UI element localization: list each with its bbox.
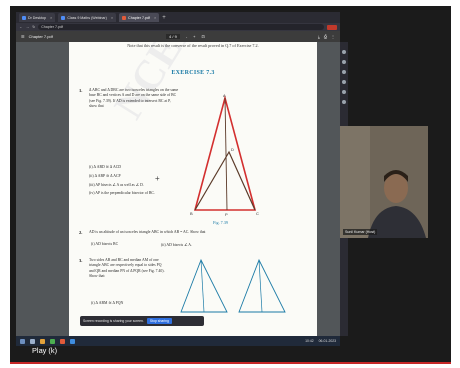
fit-page-icon[interactable]: ⊡	[202, 34, 205, 39]
pdf-title: Chapter 7.pdf	[28, 34, 53, 39]
tab-chapter-pdf[interactable]: Chapter 7.pdf ×	[119, 13, 160, 22]
presenter-name: Sunil Kumar (Host)	[343, 229, 378, 235]
tab-favicon-icon	[61, 15, 66, 20]
figure-caption: Fig. 7.39	[213, 220, 229, 225]
tool-icon[interactable]	[342, 50, 346, 54]
share-text: Screen recording is sharing your screen.	[83, 319, 144, 323]
tab-desktop[interactable]: Dr Desktop ×	[19, 13, 56, 22]
q1-option-4: (iv) AP is the perpendicular bisector of…	[89, 191, 155, 195]
vertex-label-d: D	[231, 147, 234, 152]
vertex-label-a: A	[223, 94, 226, 98]
app-icon[interactable]	[70, 338, 75, 344]
question-number: 1.	[79, 88, 83, 93]
tool-icon[interactable]	[342, 100, 346, 104]
taskbar-date: 06-01-2023	[318, 339, 336, 343]
os-taskbar: 10:42 06-01-2023	[16, 336, 340, 346]
app-icon[interactable]	[60, 338, 65, 344]
reload-icon[interactable]: ↻	[32, 25, 35, 29]
screen-share-bar: Screen recording is sharing your screen.…	[80, 316, 204, 326]
play-tooltip[interactable]: Play (k)	[32, 346, 57, 355]
tool-icon[interactable]	[342, 80, 346, 84]
median-pn	[258, 259, 263, 313]
app-icon[interactable]	[40, 338, 45, 344]
zoom-out-button[interactable]: -	[186, 34, 187, 39]
page-note: Note that this result is the converse of…	[127, 43, 259, 48]
download-icon[interactable]: ⤓	[318, 34, 320, 39]
stop-sharing-button[interactable]: Stop sharing	[146, 318, 172, 324]
url-field[interactable]: Chapter 7.pdf	[38, 24, 324, 30]
start-icon[interactable]	[20, 338, 25, 344]
tab-label: Dr Desktop	[28, 15, 46, 20]
cursor-crosshair-icon: +	[155, 174, 160, 183]
question-3-text: Two sides AB and BC and median AM of one…	[89, 258, 165, 279]
question-1-text: Δ ABC and Δ DBC are two isosceles triang…	[89, 88, 179, 109]
tab-label: Class 9 Maths (Webinar)	[67, 15, 107, 20]
q2-option-2: (ii) AD bisects ∠ A.	[161, 243, 192, 247]
webcam-feed: Sunil Kumar (Host)	[340, 126, 428, 238]
tool-icon[interactable]	[342, 60, 346, 64]
q2-option-1: (i) AD bisects BC	[91, 242, 119, 246]
pdf-viewer[interactable]: NCERT Republished Note that this result …	[16, 42, 340, 336]
two-triangles-figure	[180, 258, 286, 313]
tool-icon[interactable]	[342, 90, 346, 94]
app-icon[interactable]	[50, 338, 55, 344]
question-number: 2.	[79, 230, 83, 235]
q1-option-3: (iii) AP bisects ∠ A as well as ∠ D.	[89, 183, 144, 187]
presenter-image	[340, 126, 428, 238]
video-progress-bar[interactable]	[10, 362, 451, 364]
search-icon[interactable]	[30, 338, 35, 344]
tab-label: Chapter 7.pdf	[128, 15, 150, 20]
triangle-pqr	[238, 258, 286, 313]
line-ap	[224, 97, 228, 211]
vertex-label-c: C	[256, 211, 259, 216]
close-icon[interactable]: ×	[154, 15, 156, 20]
address-bar: ← → ↻ Chapter 7.pdf	[16, 23, 340, 31]
median-am	[200, 259, 205, 313]
q3-option-1: (i) Δ ABM ≅ Δ PQN	[91, 301, 124, 305]
tab-webinar[interactable]: Class 9 Maths (Webinar) ×	[58, 13, 117, 22]
q1-option-1: (i) Δ ABD ≅ Δ ACD	[89, 165, 122, 169]
new-tab-button[interactable]: +	[162, 15, 166, 21]
triangle-abc-2	[180, 258, 228, 313]
vertex-label-b: B	[190, 211, 193, 216]
vertex-label-p: P	[225, 212, 228, 217]
pdf-toolbar: ☰ Chapter 7.pdf 4 / 9 - + ⊡ ⤓ ⎙ ⋮	[16, 31, 340, 42]
recording-indicator-icon	[327, 24, 337, 30]
close-icon[interactable]: ×	[111, 15, 113, 20]
pdf-page: NCERT Republished Note that this result …	[69, 42, 317, 336]
exercise-title: EXERCISE 7.3	[171, 70, 215, 76]
tab-favicon-icon	[122, 15, 127, 20]
triangle-figure: A B C D P	[190, 94, 259, 217]
close-icon[interactable]: ×	[50, 15, 52, 20]
menu-icon[interactable]: ☰	[21, 34, 25, 39]
more-options-icon[interactable]: ⋮	[331, 34, 335, 39]
pdf-controls: 4 / 9 - + ⊡	[166, 34, 205, 39]
tool-icon[interactable]	[342, 70, 346, 74]
video-frame: Dr Desktop × Class 9 Maths (Webinar) × C…	[10, 6, 451, 364]
question-2-text: AD is an altitude of an isosceles triang…	[89, 230, 206, 234]
forward-arrow-icon[interactable]: →	[26, 25, 30, 29]
question-number: 3.	[79, 258, 83, 263]
triangle-dbc	[194, 150, 256, 211]
page-number-input[interactable]: 4 / 9	[166, 34, 180, 39]
tab-favicon-icon	[22, 15, 26, 20]
back-arrow-icon[interactable]: ←	[19, 25, 23, 29]
zoom-in-button[interactable]: +	[193, 34, 195, 39]
taskbar-time: 10:42	[305, 339, 314, 343]
print-icon[interactable]: ⎙	[324, 34, 327, 39]
q1-option-2: (ii) Δ ABP ≅ Δ ACP	[89, 174, 121, 178]
browser-tab-bar: Dr Desktop × Class 9 Maths (Webinar) × C…	[16, 12, 340, 23]
